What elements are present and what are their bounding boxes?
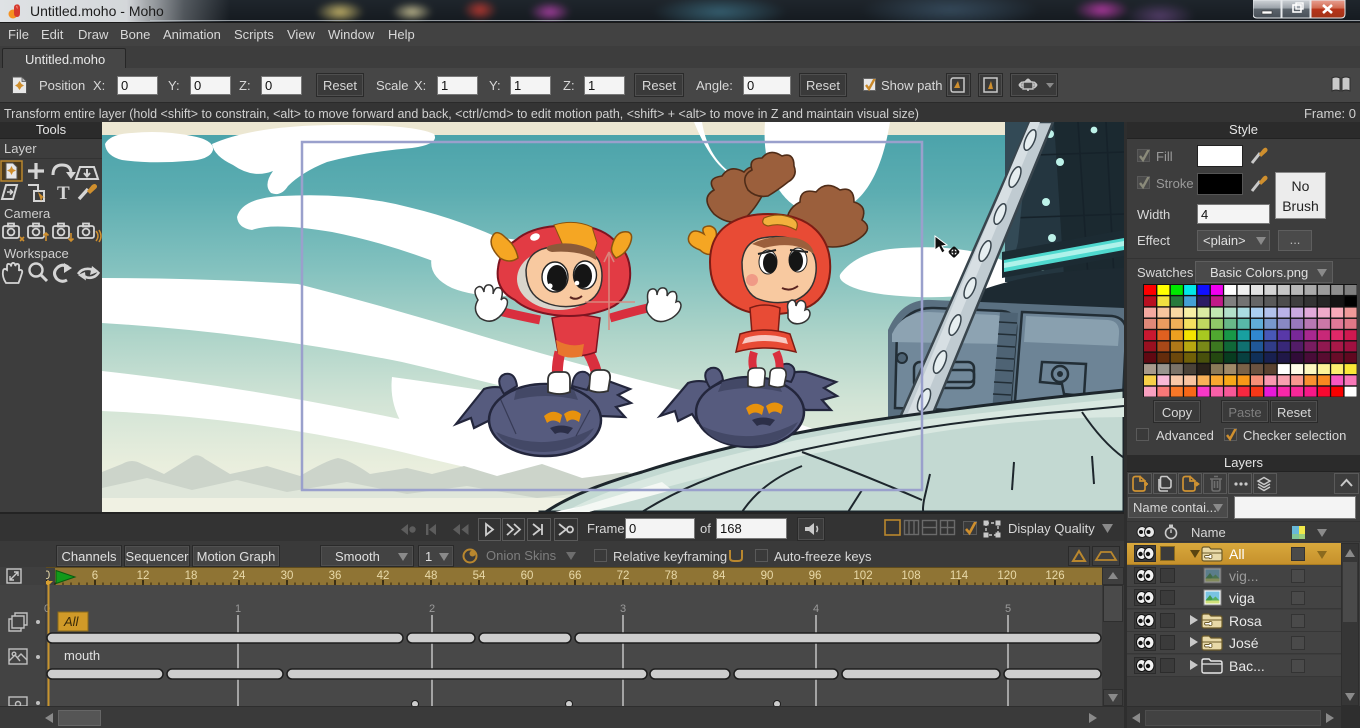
svg-text:78: 78 — [665, 570, 678, 582]
svg-text:2: 2 — [429, 603, 435, 615]
svg-text:60: 60 — [521, 570, 534, 582]
svg-text:84: 84 — [713, 570, 726, 582]
svg-text:30: 30 — [281, 570, 294, 582]
svg-text:42: 42 — [377, 570, 390, 582]
svg-text:4: 4 — [813, 603, 819, 615]
svg-text:120: 120 — [997, 570, 1016, 582]
svg-text:48: 48 — [425, 570, 438, 582]
svg-text:3: 3 — [620, 603, 626, 615]
svg-text:mouth: mouth — [64, 648, 100, 663]
svg-text:1: 1 — [235, 603, 241, 615]
svg-text:72: 72 — [617, 570, 630, 582]
svg-text:126: 126 — [1045, 570, 1064, 582]
svg-text:5: 5 — [1005, 603, 1011, 615]
svg-text:6: 6 — [92, 570, 98, 582]
svg-text:36: 36 — [329, 570, 342, 582]
svg-text:114: 114 — [950, 570, 969, 582]
svg-text:108: 108 — [901, 570, 920, 582]
svg-text:102: 102 — [853, 570, 872, 582]
svg-text:T: T — [57, 183, 70, 204]
svg-text:All: All — [63, 614, 80, 629]
svg-text:24: 24 — [233, 570, 246, 582]
svg-text:54: 54 — [473, 570, 486, 582]
svg-text:96: 96 — [809, 570, 822, 582]
svg-text:18: 18 — [185, 570, 198, 582]
svg-text:66: 66 — [569, 570, 582, 582]
svg-text:12: 12 — [137, 570, 150, 582]
svg-text:90: 90 — [761, 570, 774, 582]
